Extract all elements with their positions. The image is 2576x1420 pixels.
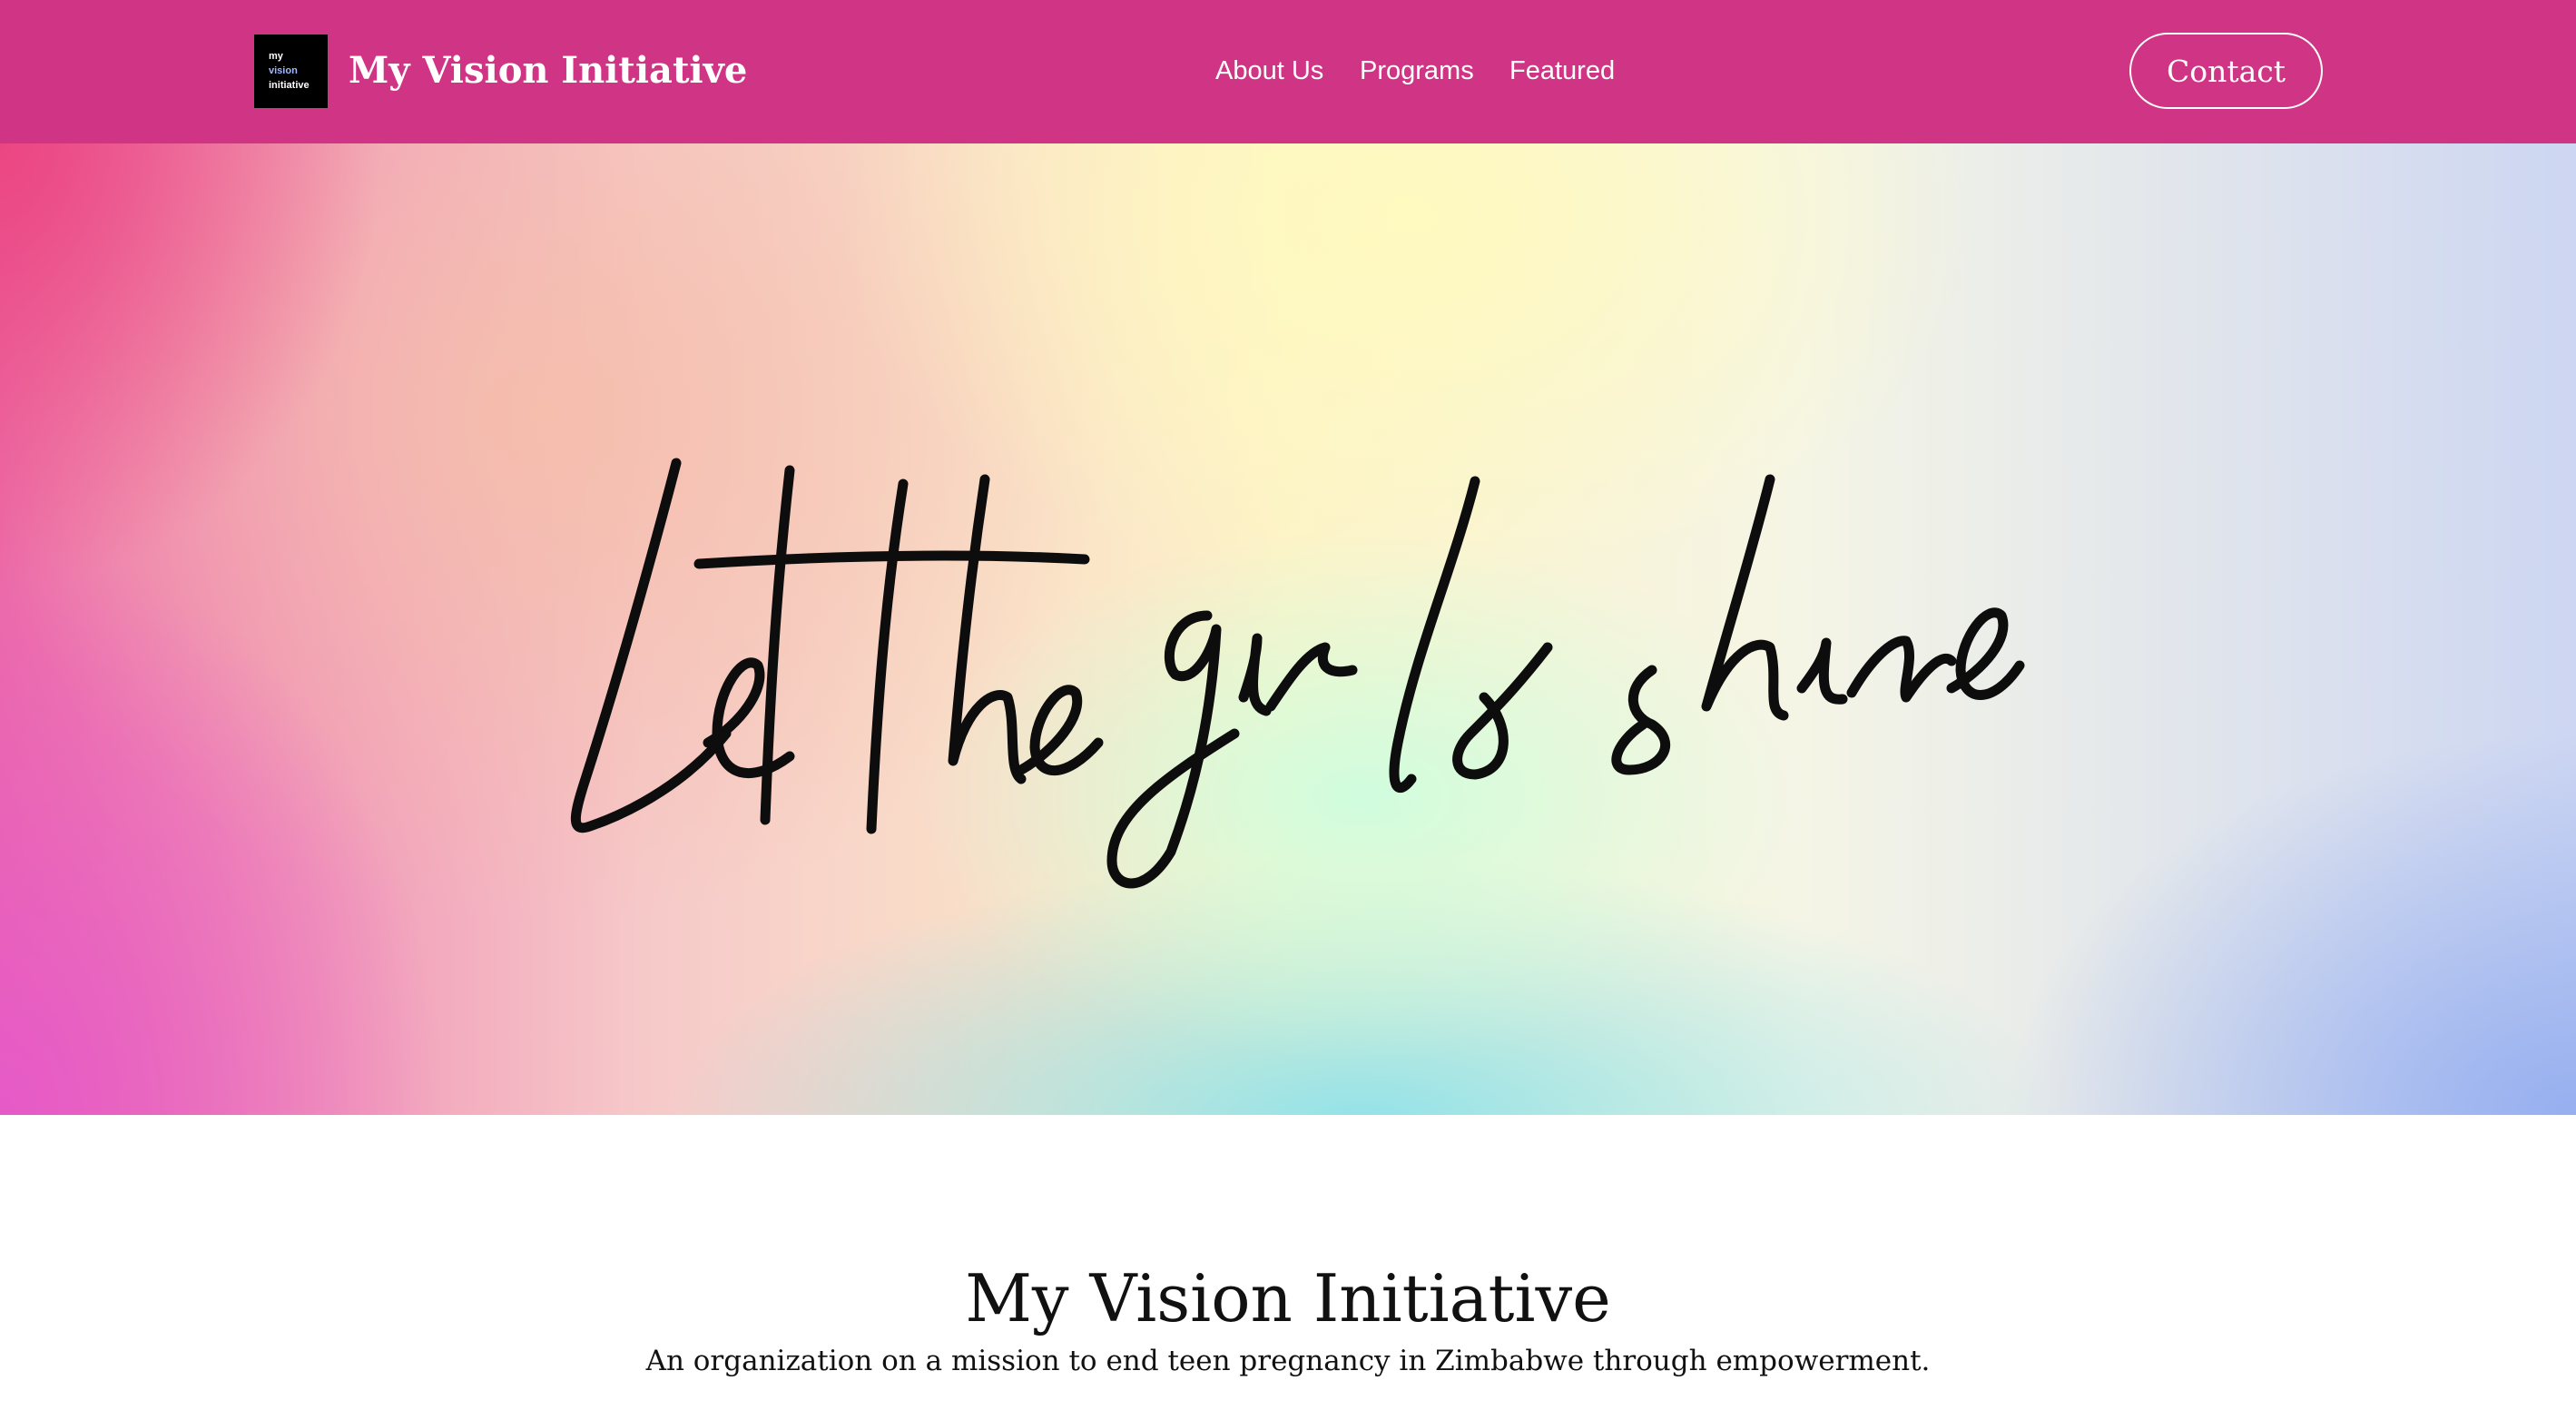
logo-text-initiative: initiative <box>269 80 310 91</box>
logo-text-vision: vision <box>269 65 298 76</box>
hero-banner <box>0 143 2576 1115</box>
logo-text-my: my <box>269 51 283 62</box>
intro-subtitle: An organization on a mission to end teen… <box>645 1345 1931 1377</box>
nav-link-about-us[interactable]: About Us <box>1215 51 1323 91</box>
nav-link-featured[interactable]: Featured <box>1509 51 1615 91</box>
site-header: my vision initiative My Vision Initiativ… <box>0 0 2576 143</box>
logo[interactable]: my vision initiative <box>254 35 328 108</box>
nav-link-programs[interactable]: Programs <box>1360 51 1474 91</box>
intro-title: My Vision Initiative <box>965 1260 1611 1336</box>
brand-name[interactable]: My Vision Initiative <box>349 44 747 98</box>
contact-button[interactable]: Contact <box>2129 33 2323 109</box>
hero-script-text <box>570 458 2025 889</box>
